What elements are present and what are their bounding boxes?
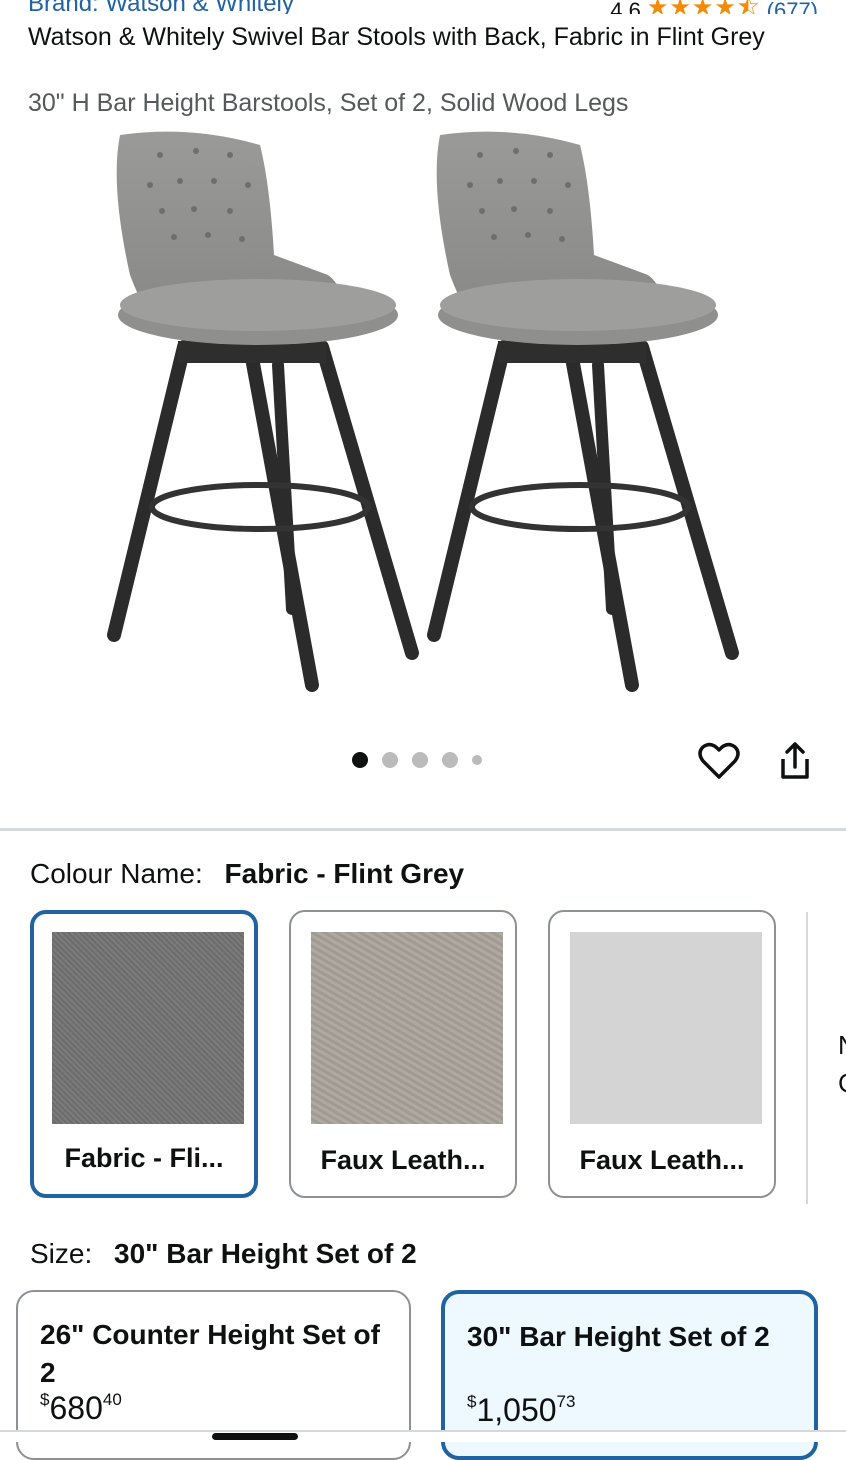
colour-swatch-image <box>52 932 244 1124</box>
section-divider <box>0 828 846 831</box>
size-option-name: 26" Counter Height Set of 2 <box>40 1319 380 1388</box>
product-title: Watson & Whitely Swivel Bar Stools with … <box>28 23 765 51</box>
colour-option-2[interactable]: Faux Leath... <box>289 910 517 1198</box>
colour-option-4-peek[interactable]: N C <box>838 1026 846 1102</box>
pagination-dot-5[interactable] <box>472 755 482 765</box>
price-fraction: 40 <box>102 1390 122 1409</box>
rating-value: 4.6 <box>610 0 641 14</box>
size-value: 30" Bar Height Set of 2 <box>114 1238 417 1269</box>
heart-outline-icon[interactable] <box>696 738 742 784</box>
share-icon[interactable] <box>772 738 818 784</box>
colour-name-heading: Colour Name: Fabric - Flint Grey <box>30 858 464 890</box>
rating-count-link[interactable]: (677) <box>767 0 818 14</box>
product-image[interactable] <box>90 125 756 695</box>
size-option-name: 30" Bar Height Set of 2 <box>467 1321 770 1352</box>
colour-swatch-image <box>311 932 503 1124</box>
price-whole: 1,050 <box>476 1392 557 1428</box>
star-rating-icon: ★★★★⯪ <box>646 0 761 14</box>
bottom-bar <box>0 1430 846 1442</box>
colour-option-4-edge[interactable] <box>806 912 808 1204</box>
price-fraction: 73 <box>556 1392 576 1411</box>
colour-option-3[interactable]: Faux Leath... <box>548 910 776 1198</box>
brand-rating-row: Brand: Watson & Whitely 4.6 ★★★★⯪ (677) <box>28 0 818 14</box>
bar-stool-left <box>107 131 419 692</box>
colour-option-label: Faux Leath... <box>579 1145 745 1175</box>
colour-option-label: Fabric - Fli... <box>64 1143 224 1173</box>
pagination-dot-1[interactable] <box>352 752 368 768</box>
colour-swatch-image <box>570 932 762 1124</box>
size-heading: Size: 30" Bar Height Set of 2 <box>30 1238 417 1270</box>
home-indicator[interactable] <box>212 1433 298 1440</box>
colour-option-label: Faux Leath... <box>320 1145 486 1175</box>
brand-link[interactable]: Brand: Watson & Whitely <box>28 0 294 14</box>
product-subtitle: 30" H Bar Height Barstools, Set of 2, So… <box>28 89 629 117</box>
pagination-dot-4[interactable] <box>442 752 458 768</box>
colour-name-label: Colour Name: <box>30 858 203 889</box>
colour-option-1[interactable]: Fabric - Fli... <box>30 910 258 1198</box>
image-pagination[interactable] <box>352 752 482 768</box>
bar-stool-right <box>427 131 739 692</box>
colour-name-value: Fabric - Flint Grey <box>224 858 465 889</box>
size-option-price: $68040 <box>40 1390 122 1427</box>
size-label: Size: <box>30 1238 93 1269</box>
price-whole: 680 <box>49 1390 103 1426</box>
pagination-dot-3[interactable] <box>412 752 428 768</box>
size-option-price: $1,05073 <box>467 1392 575 1429</box>
rating-summary[interactable]: 4.6 ★★★★⯪ (677) <box>610 0 818 14</box>
pagination-dot-2[interactable] <box>382 752 398 768</box>
